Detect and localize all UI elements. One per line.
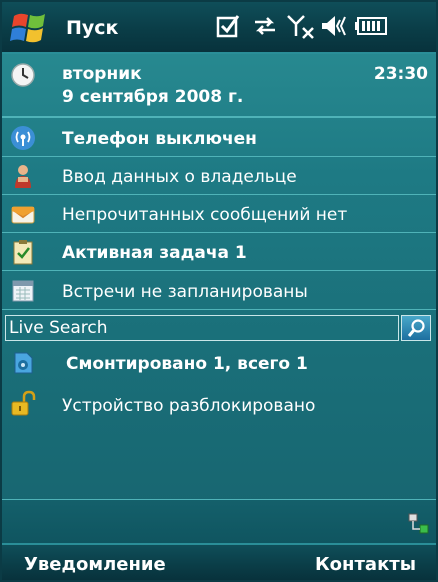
today-screen: Пуск вторник 9 сентября 2008 г. 23:30 Те…	[0, 0, 438, 582]
clock-icon	[10, 62, 36, 88]
time-label: 23:30	[373, 64, 428, 84]
mounted-storage-item[interactable]: Смонтировано 1, всего 1	[2, 344, 436, 381]
notification-strip	[2, 499, 436, 543]
mounted-storage-label: Смонтировано 1, всего 1	[66, 354, 308, 374]
calendar-icon	[10, 278, 36, 304]
appointments-item[interactable]: Встречи не запланированы	[2, 272, 436, 310]
contacts-softkey[interactable]: Контакты	[315, 554, 416, 575]
messages-label: Непрочитанных сообщений нет	[62, 205, 348, 225]
volume-icon[interactable]	[320, 12, 350, 42]
messages-item[interactable]: Непрочитанных сообщений нет	[2, 196, 436, 233]
storage-card-icon	[10, 350, 36, 376]
date-label: 9 сентября 2008 г.	[62, 87, 244, 107]
appointments-label: Встречи не запланированы	[62, 282, 308, 302]
unlocked-padlock-icon	[10, 390, 36, 416]
live-search-bar	[2, 313, 436, 343]
tasks-label: Активная задача 1	[62, 243, 247, 263]
battery-icon[interactable]	[354, 12, 388, 42]
date-time-item[interactable]: вторник 9 сентября 2008 г. 23:30	[2, 56, 436, 118]
soft-key-bar: Уведомление Контакты	[2, 543, 436, 580]
device-lock-item[interactable]: Устройство разблокировано	[2, 386, 436, 423]
search-input[interactable]	[5, 315, 399, 341]
search-button[interactable]	[401, 315, 431, 341]
weekday-label: вторник	[62, 64, 142, 84]
phone-radio-icon	[10, 125, 36, 151]
device-lock-label: Устройство разблокировано	[62, 396, 316, 416]
tasks-item[interactable]: Активная задача 1	[2, 234, 436, 271]
network-sync-icon[interactable]	[408, 512, 430, 536]
clipboard-task-icon	[10, 239, 36, 265]
owner-info-item[interactable]: Ввод данных о владельце	[2, 158, 436, 195]
owner-person-icon	[10, 163, 36, 189]
connectivity-icon[interactable]	[252, 12, 278, 42]
windows-start-icon[interactable]	[8, 8, 58, 48]
signal-off-icon[interactable]	[286, 12, 316, 42]
title-bar: Пуск	[2, 2, 436, 54]
notification-softkey[interactable]: Уведомление	[24, 554, 166, 575]
phone-status-label: Телефон выключен	[62, 129, 257, 149]
start-label[interactable]: Пуск	[66, 17, 118, 39]
envelope-icon	[10, 201, 36, 227]
tasks-check-icon[interactable]	[216, 12, 240, 42]
owner-info-label: Ввод данных о владельце	[62, 167, 297, 187]
phone-status-item[interactable]: Телефон выключен	[2, 120, 436, 157]
